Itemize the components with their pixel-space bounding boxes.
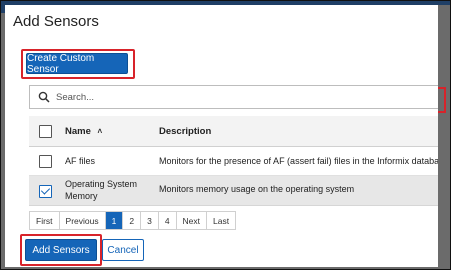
column-header-name-label: Name [65,126,91,137]
row-checkbox[interactable] [39,155,52,168]
column-header-name[interactable]: Name ˄ [65,126,102,137]
pagination-page-2[interactable]: 2 [123,212,142,229]
pagination-page-3[interactable]: 3 [141,212,159,229]
add-sensors-button[interactable]: Add Sensors [25,239,97,261]
pagination-previous[interactable]: Previous [59,212,106,229]
row-description: Monitors for the presence of AF (assert … [159,156,438,166]
search-icon [38,91,50,103]
pagination-first[interactable]: First [30,212,60,229]
pagination-next[interactable]: Next [176,212,208,229]
pagination-page-4[interactable]: 4 [158,212,177,229]
dialog-title: Add Sensors [13,13,99,30]
table-header: Name ˄ Description [29,116,438,147]
pagination-last[interactable]: Last [207,212,236,229]
background-highlight [438,87,446,113]
column-header-description: Description [159,126,212,137]
table-row-selected[interactable]: Operating System Memory Monitors memory … [29,176,438,206]
table-row[interactable]: AF files Monitors for the presence of AF… [29,147,438,176]
cancel-button[interactable]: Cancel [102,239,144,261]
row-name: Operating System Memory [65,178,137,202]
row-name-line2: Memory [65,191,98,201]
background-overlay [438,5,450,267]
row-name: AF files [65,156,96,166]
create-custom-sensor-button[interactable]: Create Custom Sensor [26,53,128,75]
row-description: Monitors memory usage on the operating s… [159,184,355,194]
sort-ascending-icon: ˄ [97,127,103,136]
row-name-line1: Operating System [65,179,138,189]
pagination-page-1[interactable]: 1 [105,212,124,229]
row-checkbox-checked[interactable] [39,185,52,198]
search-box [29,85,438,109]
search-input[interactable] [56,88,436,106]
pagination: First Previous 1 2 3 4 Next Last [29,211,237,230]
screenshot-frame: Add Sensors Create Custom Sensor Name ˄ … [0,0,451,270]
select-all-checkbox[interactable] [39,125,52,138]
add-sensors-dialog: Add Sensors Create Custom Sensor Name ˄ … [5,5,438,267]
